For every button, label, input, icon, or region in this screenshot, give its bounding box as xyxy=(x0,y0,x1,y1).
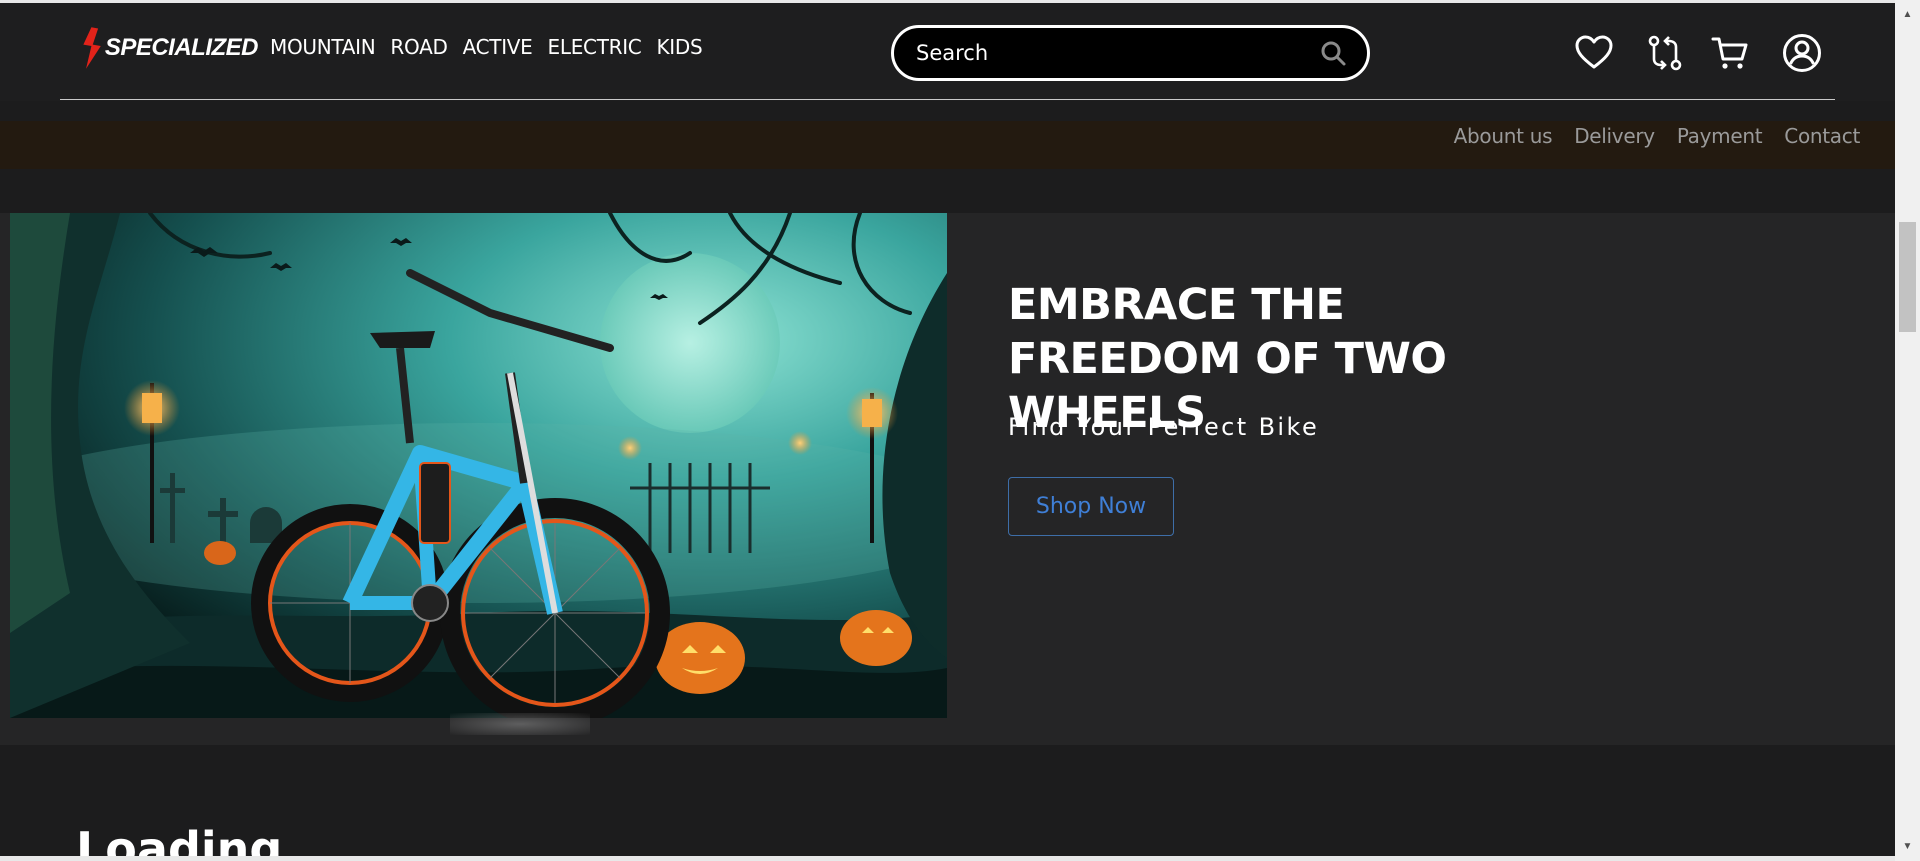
specialized-logo[interactable]: SPECIALIZED xyxy=(78,15,259,81)
search-bar xyxy=(891,25,1370,81)
logo-text: SPECIALIZED xyxy=(104,34,259,61)
link-about-us[interactable]: Abount us xyxy=(1454,124,1553,148)
account-button[interactable] xyxy=(1780,31,1824,75)
hero-banner: EMBRACE THE FREEDOM OF TWO WHEELS Find Y… xyxy=(0,213,1895,745)
site-header: SPECIALIZED MOUNTAIN ROAD ACTIVE ELECTRI… xyxy=(0,3,1895,101)
nav-active[interactable]: ACTIVE xyxy=(463,35,533,59)
nav-electric[interactable]: ELECTRIC xyxy=(548,35,642,59)
cart-icon xyxy=(1711,37,1748,69)
header-actions xyxy=(1572,31,1824,75)
wishlist-button[interactable] xyxy=(1572,31,1616,75)
scroll-down-arrow-icon[interactable]: ▼ xyxy=(1895,836,1920,856)
search-input[interactable] xyxy=(916,41,1319,65)
compare-icon xyxy=(1648,35,1682,71)
nav-mountain[interactable]: MOUNTAIN xyxy=(270,35,376,59)
nav-road[interactable]: ROAD xyxy=(390,35,447,59)
link-delivery[interactable]: Delivery xyxy=(1574,124,1655,148)
secondary-nav: Abount us Delivery Payment Contact xyxy=(1454,124,1861,148)
nav-kids[interactable]: KIDS xyxy=(656,35,702,59)
scrollbar[interactable]: ▲ ▼ xyxy=(1895,0,1920,861)
scroll-up-arrow-icon[interactable]: ▲ xyxy=(1895,4,1920,24)
hero-image xyxy=(10,213,947,718)
cart-button[interactable] xyxy=(1708,31,1752,75)
main-nav: MOUNTAIN ROAD ACTIVE ELECTRIC KIDS xyxy=(270,35,703,59)
halloween-bike-illustration xyxy=(10,213,947,718)
bottom-border xyxy=(0,856,1895,861)
hero-subtitle: Find Your Perfect Bike xyxy=(1008,413,1320,441)
scrollbar-thumb[interactable] xyxy=(1899,222,1916,332)
compare-button[interactable] xyxy=(1643,31,1687,75)
s-bolt-icon xyxy=(83,27,101,69)
header-divider xyxy=(60,99,1835,100)
link-payment[interactable]: Payment xyxy=(1677,124,1763,148)
heart-icon xyxy=(1575,35,1613,69)
account-icon xyxy=(1783,34,1821,72)
search-icon[interactable] xyxy=(1319,39,1347,67)
shop-now-button[interactable]: Shop Now xyxy=(1008,477,1174,536)
bike-shadow xyxy=(450,713,590,735)
link-contact[interactable]: Contact xyxy=(1784,124,1860,148)
